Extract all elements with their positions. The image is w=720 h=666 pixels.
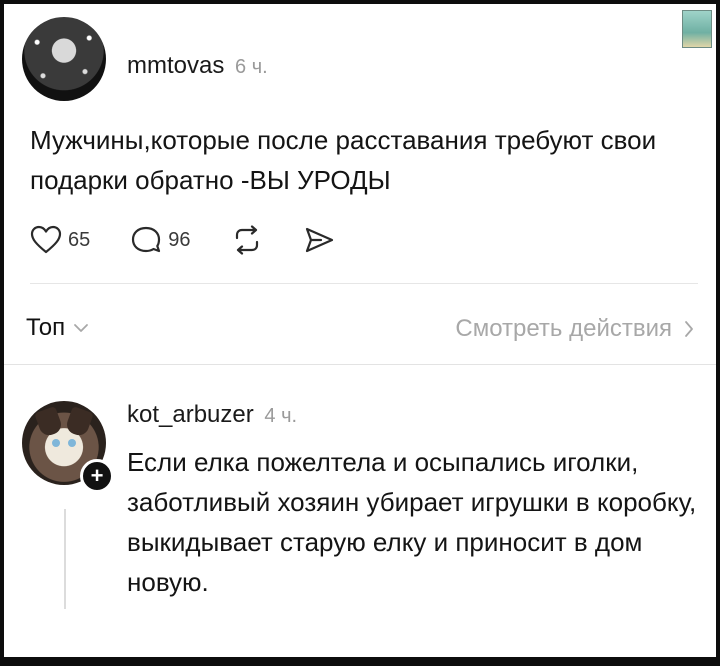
- section-divider: [4, 364, 716, 365]
- repost-icon: [235, 225, 258, 255]
- view-actions-label: Смотреть действия: [455, 315, 672, 342]
- sort-dropdown-label: Топ: [26, 314, 66, 341]
- like-count: 65: [68, 228, 91, 251]
- post-author-avatar[interactable]: [22, 17, 106, 101]
- chevron-right-icon: [685, 321, 693, 337]
- post-author-username[interactable]: mmtovas: [127, 52, 224, 79]
- cat-eye-right: [68, 439, 76, 447]
- comment-text: Если елка пожелтела и осыпались иголки, …: [127, 447, 697, 597]
- post-timestamp: 6 ч.: [235, 56, 268, 78]
- comment-header: kot_arbuzer 4 ч.: [127, 401, 297, 429]
- repost-button[interactable]: [231, 225, 263, 255]
- post-header: mmtovas 6 ч.: [127, 52, 268, 80]
- cat-ear-left: [34, 406, 64, 438]
- thread-line: [64, 509, 66, 609]
- avatar-lights-decoration: [22, 17, 106, 101]
- follow-plus-button[interactable]: +: [80, 459, 114, 493]
- share-button[interactable]: [303, 225, 335, 255]
- like-button[interactable]: 65: [30, 225, 90, 255]
- divider: [30, 283, 698, 284]
- watermark-logo-icon: [682, 10, 712, 48]
- post-actions-bar: 65 96: [30, 222, 375, 258]
- view-actions-link[interactable]: Смотреть действия: [455, 315, 694, 343]
- cat-eye-left: [52, 439, 60, 447]
- chevron-down-icon: [74, 324, 89, 332]
- cat-ear-right: [64, 406, 94, 438]
- comment-timestamp: 4 ч.: [264, 405, 298, 427]
- comment-author-username[interactable]: kot_arbuzer: [127, 401, 254, 428]
- sort-dropdown[interactable]: Топ: [26, 314, 89, 342]
- post-text: Мужчины,которые после расставания требую…: [30, 125, 657, 195]
- comment-button[interactable]: 96: [130, 225, 191, 255]
- screenshot-frame: mmtovas 6 ч. Мужчины,которые после расст…: [4, 4, 716, 657]
- send-icon: [305, 227, 333, 253]
- comment-count: 96: [168, 228, 191, 251]
- comment-bubble-icon: [132, 226, 161, 253]
- heart-icon: [30, 225, 62, 254]
